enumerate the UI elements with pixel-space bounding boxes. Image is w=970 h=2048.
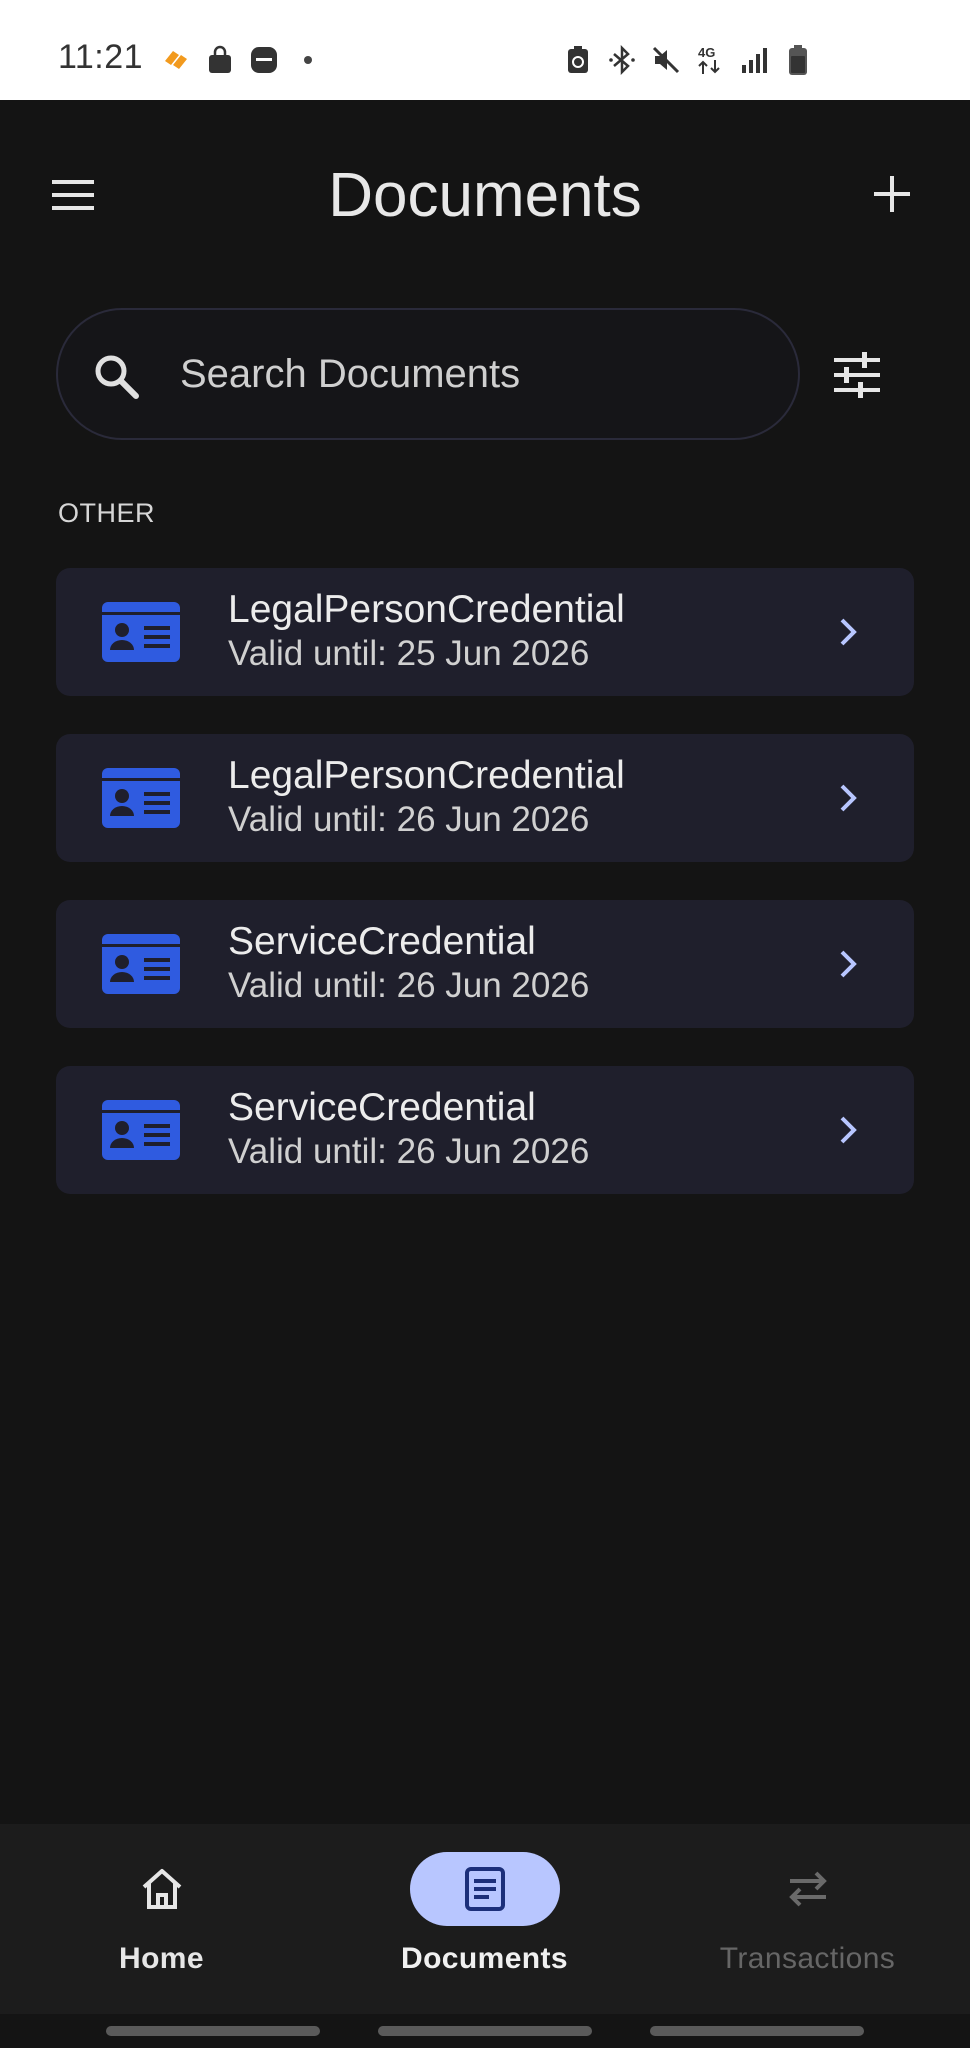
document-card[interactable]: LegalPersonCredential Valid until: 25 Ju… <box>56 568 914 696</box>
network-4g-icon: 4G <box>694 44 726 76</box>
id-card-icon <box>102 602 180 662</box>
id-card-icon <box>102 934 180 994</box>
nav-icon-container <box>733 1852 883 1926</box>
nav-item-home[interactable]: Home <box>0 1824 323 2014</box>
home-icon <box>142 1869 181 1909</box>
status-left-icons <box>160 44 324 76</box>
chevron-right-icon <box>840 950 857 978</box>
document-validity: Valid until: 26 Jun 2026 <box>228 966 590 1005</box>
gesture-pill <box>650 2026 864 2036</box>
document-card[interactable]: LegalPersonCredential Valid until: 26 Ju… <box>56 734 914 862</box>
mute-icon <box>650 44 682 76</box>
gesture-bar <box>0 2014 970 2048</box>
search-icon <box>95 355 139 399</box>
nav-label: Home <box>119 1942 204 1975</box>
status-bar: 11:21 4G <box>0 0 970 100</box>
news-icon <box>248 44 280 76</box>
nav-label: Transactions <box>719 1942 896 1975</box>
status-right-icons: 4G <box>562 44 814 76</box>
document-title: LegalPersonCredential <box>228 754 625 797</box>
status-time: 11:21 <box>58 38 144 76</box>
shopping-bag-icon <box>204 44 236 76</box>
filter-button[interactable] <box>828 346 886 404</box>
app-root: 11:21 4G Documents Search Documents OTHE… <box>0 0 970 2048</box>
document-title: ServiceCredential <box>228 1086 536 1129</box>
swap-arrows-icon <box>788 1871 827 1907</box>
id-card-icon <box>102 1100 180 1160</box>
document-card[interactable]: ServiceCredential Valid until: 26 Jun 20… <box>56 900 914 1028</box>
battery-icon <box>782 44 814 76</box>
app-notification-icon <box>160 44 192 76</box>
nav-icon-container <box>87 1852 237 1926</box>
search-bar[interactable] <box>56 308 800 440</box>
signal-icon <box>738 44 770 76</box>
id-card-icon <box>102 768 180 828</box>
document-validity: Valid until: 26 Jun 2026 <box>228 800 590 839</box>
nav-item-documents[interactable]: Documents <box>323 1824 646 2014</box>
top-app-bar: Documents <box>0 100 970 290</box>
search-input[interactable] <box>180 342 760 406</box>
chevron-right-icon <box>840 784 857 812</box>
page-title: Documents <box>328 161 642 230</box>
plus-icon <box>874 176 910 212</box>
nav-active-indicator <box>409 1852 560 1926</box>
document-card[interactable]: ServiceCredential Valid until: 26 Jun 20… <box>56 1066 914 1194</box>
nav-item-transactions[interactable]: Transactions <box>646 1824 969 2014</box>
add-document-button[interactable] <box>864 166 920 222</box>
bottom-navigation: Home Documents Transactions <box>0 1824 970 2014</box>
document-title: LegalPersonCredential <box>228 588 625 631</box>
document-title: ServiceCredential <box>228 920 536 963</box>
nav-label: Documents <box>401 1942 568 1975</box>
dot-icon <box>292 44 324 76</box>
chevron-right-icon <box>840 618 857 646</box>
chevron-right-icon <box>840 1116 857 1144</box>
section-label-other: OTHER <box>58 498 155 528</box>
bluetooth-icon <box>606 44 638 76</box>
svg-text:4G: 4G <box>698 45 715 60</box>
gesture-pill <box>106 2026 320 2036</box>
document-validity: Valid until: 26 Jun 2026 <box>228 1132 590 1171</box>
battery-saver-icon <box>562 44 594 76</box>
gesture-pill <box>378 2026 592 2036</box>
document-validity: Valid until: 25 Jun 2026 <box>228 634 590 673</box>
tune-icon <box>834 352 880 398</box>
document-icon <box>464 1867 505 1911</box>
